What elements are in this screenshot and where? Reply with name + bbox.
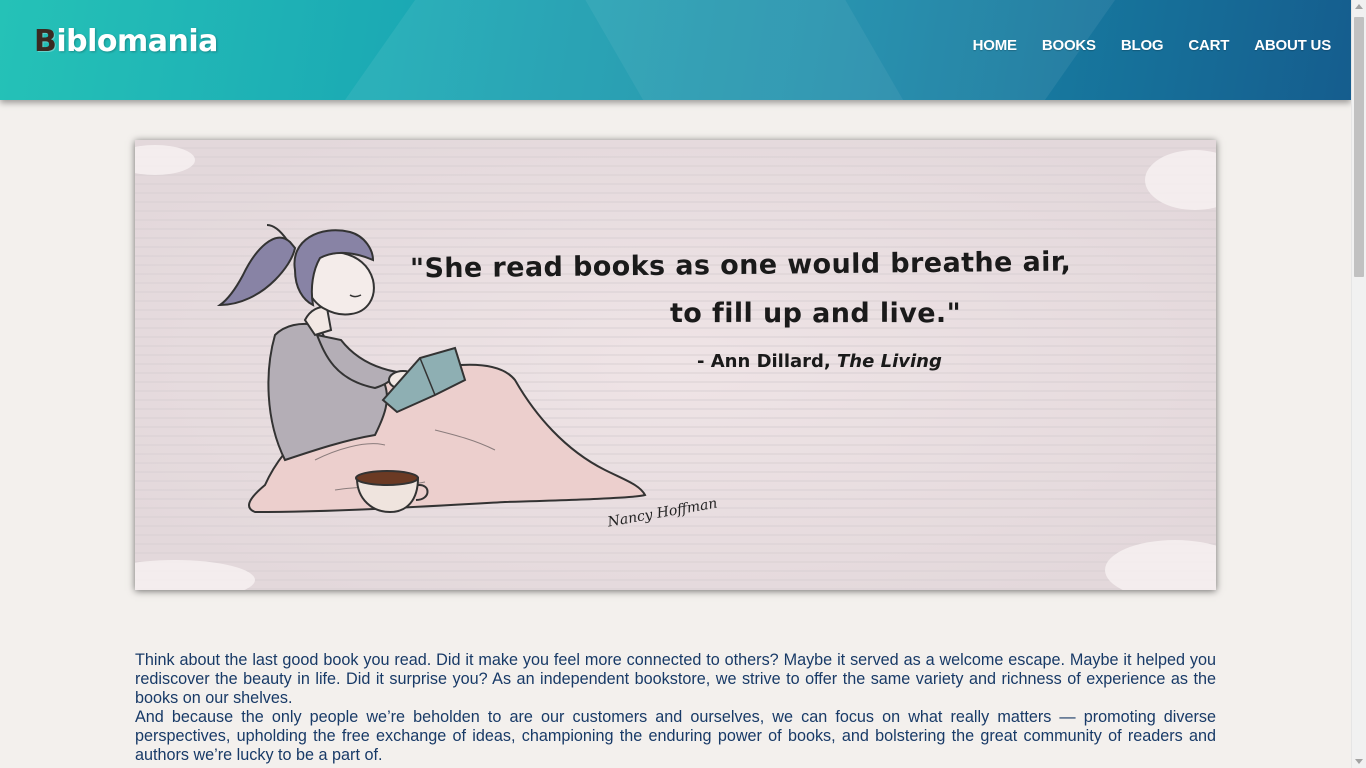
hero-banner: "She read books as one would breathe air… bbox=[135, 140, 1216, 590]
hero-illustration bbox=[135, 140, 1216, 590]
hero-quote-line-2: to fill up and live." bbox=[670, 298, 962, 329]
site-header: Biblomania HOME BOOKS BLOG CART ABOUT US bbox=[0, 0, 1351, 100]
scroll-down-arrow-icon[interactable] bbox=[1355, 759, 1363, 764]
nav-books[interactable]: BOOKS bbox=[1042, 37, 1096, 54]
about-text: Think about the last good book you read.… bbox=[135, 651, 1216, 765]
logo-text: iblomania bbox=[56, 24, 218, 59]
nav-home[interactable]: HOME bbox=[973, 37, 1017, 54]
logo-initial: B bbox=[34, 24, 57, 59]
about-paragraph-1: Think about the last good book you read.… bbox=[135, 651, 1216, 707]
about-paragraph-2: And because the only people we’re behold… bbox=[135, 708, 1216, 764]
attribution-author: - Ann Dillard, bbox=[697, 351, 838, 372]
attribution-work: The Living bbox=[837, 351, 942, 372]
nav-cart[interactable]: CART bbox=[1188, 37, 1229, 54]
nav-blog[interactable]: BLOG bbox=[1121, 37, 1164, 54]
nav-about-us[interactable]: ABOUT US bbox=[1254, 37, 1331, 54]
page-scrollbar[interactable] bbox=[1351, 0, 1366, 768]
scroll-up-arrow-icon[interactable] bbox=[1355, 4, 1363, 9]
hero-quote-attribution: - Ann Dillard, The Living bbox=[697, 351, 942, 372]
site-logo[interactable]: Biblomania bbox=[34, 24, 218, 59]
main-nav: HOME BOOKS BLOG CART ABOUT US bbox=[973, 37, 1332, 54]
scrollbar-thumb[interactable] bbox=[1354, 17, 1364, 277]
